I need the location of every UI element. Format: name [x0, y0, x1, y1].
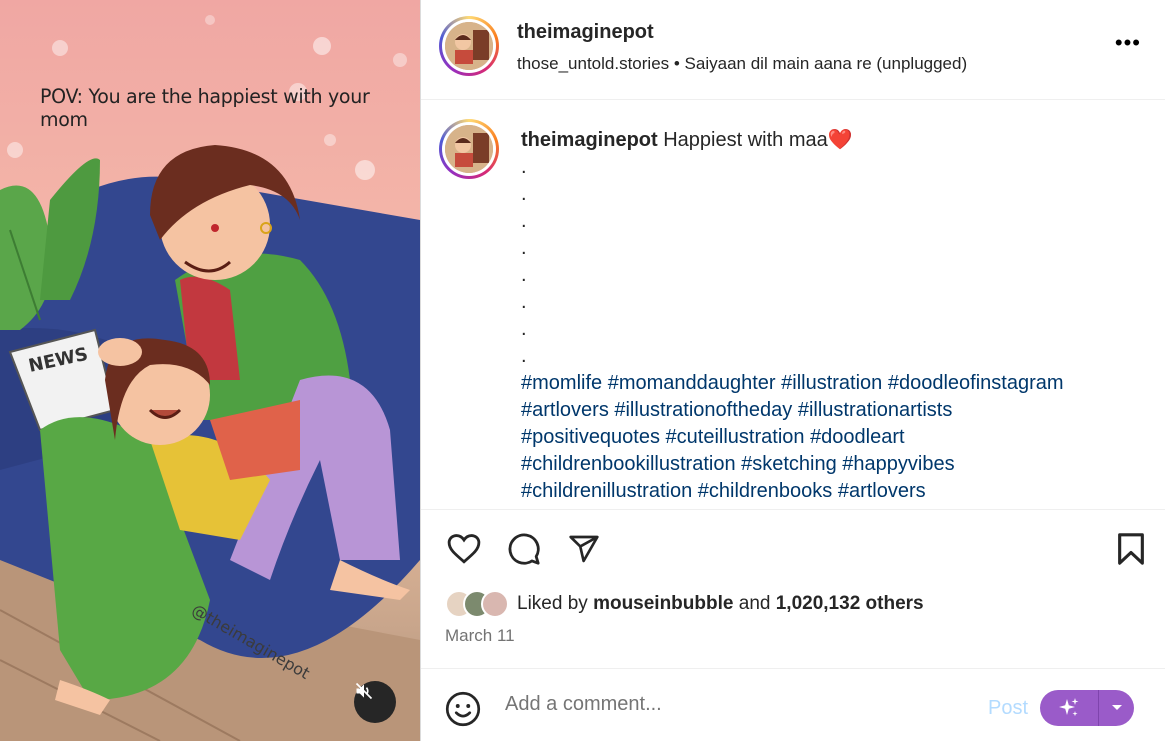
heart-icon	[447, 534, 481, 564]
save-button[interactable]	[1113, 530, 1149, 568]
caption-text: theimaginepot Happiest with maa❤️ . . . …	[521, 127, 1125, 505]
ai-dropdown-button[interactable]	[1099, 690, 1134, 726]
speaker-muted-icon	[355, 682, 373, 700]
audio-attribution[interactable]: those_untold.stories • Saiyaan dil main …	[517, 54, 967, 74]
caption-username[interactable]: theimaginepot	[521, 129, 658, 151]
emoji-button[interactable]	[445, 691, 481, 732]
caption-dot: .	[521, 291, 527, 313]
likes-summary: Liked by mouseinbubble and 1,020,132 oth…	[445, 590, 924, 618]
caption-dot: .	[521, 318, 527, 340]
hashtag-line[interactable]: #positivequotes #cuteillustration #doodl…	[521, 424, 1125, 451]
actions-divider	[421, 509, 1165, 510]
caption-dot: .	[521, 156, 527, 178]
share-button[interactable]	[565, 530, 603, 568]
likes-and: and	[738, 593, 771, 614]
like-button[interactable]	[445, 530, 483, 568]
caption-dot: .	[521, 210, 527, 232]
sparkles-icon	[1059, 698, 1079, 717]
post-date[interactable]: March 11	[445, 626, 515, 646]
comment-bar: Post	[421, 668, 1165, 741]
send-icon	[569, 535, 599, 563]
post-header: theimaginepot those_untold.stories • Sai…	[421, 0, 1165, 100]
caption-dot: .	[521, 237, 527, 259]
hashtag-line[interactable]: #momlife #momanddaughter #illustration #…	[521, 370, 1125, 397]
caption-dot: .	[521, 345, 527, 367]
ai-compose-button[interactable]	[1040, 690, 1134, 726]
comment-button[interactable]	[505, 530, 543, 568]
smiley-icon	[445, 691, 481, 727]
hashtag-line[interactable]: #childrenbookillustration #sketching #ha…	[521, 451, 1125, 478]
post-sidebar: theimaginepot those_untold.stories • Sai…	[421, 0, 1165, 741]
bookmark-icon	[1118, 533, 1144, 565]
more-options-button[interactable]: •••	[1115, 32, 1141, 54]
caption-dot: .	[521, 183, 527, 205]
post-video[interactable]: NEWS POV: You are the happiest with your…	[0, 0, 420, 741]
post-dialog: NEWS POV: You are the happiest with your…	[0, 0, 1165, 741]
mute-button[interactable]	[354, 681, 396, 723]
likes-count[interactable]: 1,020,132 others	[776, 593, 924, 614]
liker-avatar[interactable]	[481, 590, 509, 618]
hashtag-line[interactable]: #artlovers #illustrationoftheday #illust…	[521, 397, 1125, 424]
caption-section: theimaginepot Happiest with maa❤️ . . . …	[421, 101, 1165, 509]
caption-message: Happiest with maa	[663, 129, 828, 151]
ai-compose-main[interactable]	[1040, 690, 1098, 726]
hashtags: #momlife #momanddaughter #illustration #…	[521, 370, 1125, 505]
caption-avatar[interactable]	[439, 119, 499, 179]
caption-dot: .	[521, 264, 527, 286]
more-horizontal-icon: •••	[1114, 30, 1141, 55]
hashtag-line[interactable]: #childrenillustration #childrenbooks #ar…	[521, 478, 1125, 505]
author-username[interactable]: theimaginepot	[517, 21, 654, 44]
overlay-text: POV: You are the happiest with your mom	[40, 84, 370, 132]
author-avatar[interactable]	[439, 16, 499, 76]
heart-emoji: ❤️	[827, 129, 853, 151]
comment-icon	[508, 533, 540, 565]
likes-text: Liked by mouseinbubble and 1,020,132 oth…	[517, 593, 924, 615]
post-button[interactable]: Post	[988, 697, 1028, 720]
likes-prefix: Liked by	[517, 593, 588, 614]
comment-input[interactable]	[505, 693, 965, 716]
chevron-down-icon	[1111, 705, 1122, 710]
liker-username[interactable]: mouseinbubble	[593, 593, 733, 614]
